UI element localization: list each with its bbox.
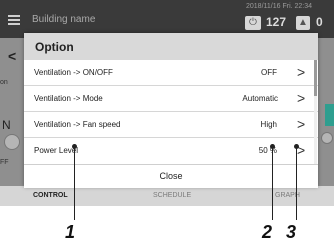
option-label: Ventilation -> Fan speed	[34, 120, 121, 129]
tab-control[interactable]: CONTROL	[33, 192, 68, 199]
dialog-title: Option	[35, 40, 74, 54]
alarm-count: 0	[316, 15, 323, 29]
building-name: Building name	[32, 14, 96, 25]
option-row-fan-speed[interactable]: Ventilation -> Fan speed High >	[24, 112, 318, 138]
background-off-text: FF	[0, 159, 9, 166]
callout-number-3: 3	[286, 222, 297, 242]
tab-schedule[interactable]: SCHEDULE	[153, 192, 191, 199]
chevron-right-icon[interactable]: >	[297, 64, 305, 80]
power-icon[interactable]: ⏻	[245, 16, 261, 30]
menu-icon[interactable]	[8, 15, 20, 25]
option-label: Ventilation -> ON/OFF	[34, 68, 113, 77]
background-knob-left	[4, 134, 20, 150]
callout-number-2: 2	[262, 222, 273, 242]
close-button-label: Close	[159, 171, 183, 181]
option-value: High	[260, 120, 277, 129]
background-left-tab-label: on	[0, 79, 8, 86]
callout-line-3	[296, 146, 297, 220]
option-value: OFF	[261, 68, 277, 77]
option-dialog: Option Ventilation -> ON/OFF OFF > Venti…	[24, 33, 318, 188]
dialog-header: Option	[24, 33, 318, 60]
option-row-ventilation-onoff[interactable]: Ventilation -> ON/OFF OFF >	[24, 60, 318, 86]
option-row-ventilation-mode[interactable]: Ventilation -> Mode Automatic >	[24, 86, 318, 112]
device-screen: Building name 2018/11/16 Fri. 22:34 ⏻ 12…	[0, 0, 334, 206]
chevron-left-icon[interactable]: <	[8, 48, 16, 64]
dialog-scrollbar[interactable]	[314, 60, 317, 164]
scrollbar-thumb[interactable]	[314, 60, 317, 96]
background-on-text: N	[2, 118, 11, 132]
callout-number-1: 1	[65, 222, 76, 242]
power-count: 127	[266, 15, 287, 29]
background-knob-right	[321, 132, 333, 144]
chevron-right-icon[interactable]: >	[297, 90, 305, 106]
close-button[interactable]: Close	[24, 164, 318, 188]
bottom-tab-bar: CONTROL SCHEDULE GRAPH	[0, 186, 334, 206]
callout-line-2	[272, 146, 273, 220]
background-indicator-right	[325, 104, 334, 126]
chevron-right-icon[interactable]: >	[297, 116, 305, 132]
option-value: Automatic	[242, 94, 278, 103]
warning-icon[interactable]: ▲	[296, 16, 310, 30]
callout-line-1	[74, 146, 75, 220]
datetime: 2018/11/16 Fri. 22:34	[246, 3, 313, 10]
option-label: Ventilation -> Mode	[34, 94, 103, 103]
option-value: 50 %	[258, 146, 277, 155]
option-row-power-level[interactable]: Power Level 50 % >	[24, 138, 318, 163]
